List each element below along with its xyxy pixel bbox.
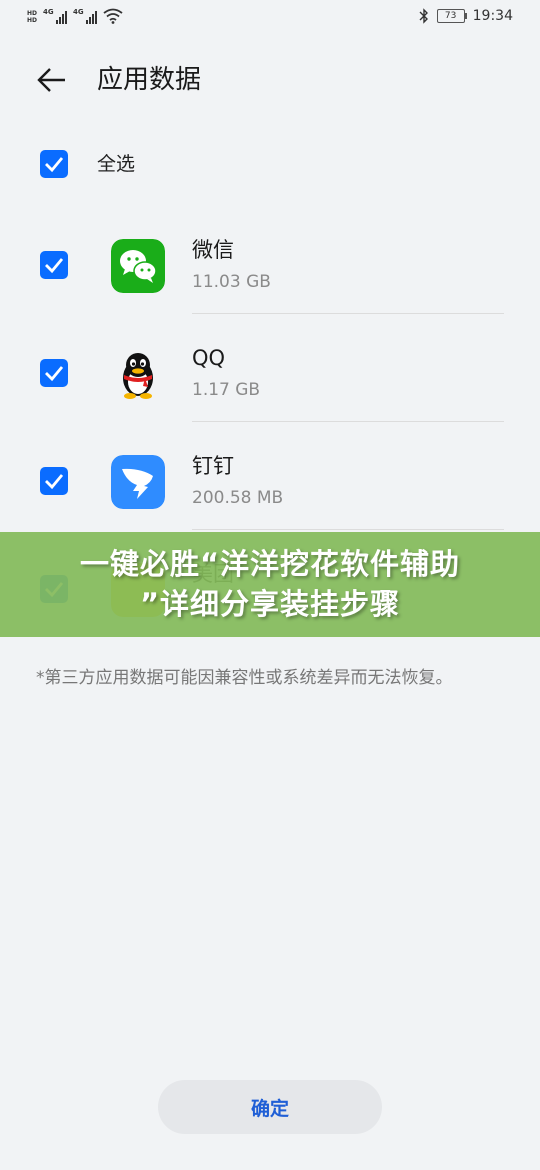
status-bar: HD HD 4G 4G 73 19:34	[0, 0, 540, 38]
wifi-icon	[103, 8, 123, 24]
banner-line-2: ”详细分享装挂步骤	[139, 587, 401, 621]
page-header: 应用数据	[0, 50, 540, 110]
disclaimer-note: *第三方应用数据可能因兼容性或系统差异而无法恢复。	[36, 668, 453, 688]
app-size: 1.17 GB	[192, 380, 261, 400]
network-type-1: 4G	[43, 8, 54, 16]
status-right: 73 19:34	[419, 8, 513, 24]
status-time: 19:34	[472, 8, 513, 24]
app-row-qq[interactable]: QQ 1.17 GB	[0, 314, 540, 422]
signal-2-icon: 4G	[73, 8, 98, 24]
network-type-2: 4G	[73, 8, 84, 16]
qq-penguin-icon	[123, 353, 153, 399]
checkmark-icon	[45, 366, 64, 382]
promo-banner: 一键必胜“洋洋挖花软件辅助 ”详细分享装挂步骤	[0, 532, 540, 637]
app-size: 11.03 GB	[192, 272, 271, 292]
app-checkbox-dingtalk[interactable]	[40, 467, 68, 495]
back-arrow-icon[interactable]	[36, 64, 68, 96]
hd-indicator: HD HD	[27, 10, 37, 24]
banner-text: 一键必胜“洋洋挖花软件辅助 ”详细分享装挂步骤	[0, 544, 540, 624]
page-title: 应用数据	[97, 65, 202, 95]
app-row-dingtalk[interactable]: 钉钉 200.58 MB	[0, 422, 540, 530]
app-row-wechat[interactable]: 微信 11.03 GB	[0, 206, 540, 314]
banner-line-1: 一键必胜“洋洋挖花软件辅助	[79, 547, 461, 581]
select-all-checkbox[interactable]	[40, 150, 68, 178]
select-all-label: 全选	[97, 153, 136, 175]
app-name: QQ	[192, 346, 226, 370]
app-size: 200.58 MB	[192, 488, 284, 508]
hd-label-bottom: HD	[27, 17, 38, 24]
status-left: HD HD 4G 4G	[27, 8, 123, 24]
checkmark-icon	[45, 157, 64, 173]
checkmark-icon	[45, 474, 64, 490]
confirm-button[interactable]: 确定	[158, 1080, 382, 1134]
checkmark-icon	[45, 258, 64, 274]
bluetooth-icon	[419, 8, 428, 24]
app-checkbox-qq[interactable]	[40, 359, 68, 387]
hd-label-top: HD	[27, 10, 38, 17]
signal-1-icon: 4G	[43, 8, 68, 24]
battery-indicator: 73	[436, 9, 467, 23]
app-name: 钉钉	[192, 454, 234, 478]
app-checkbox-wechat[interactable]	[40, 251, 68, 279]
app-name: 微信	[192, 238, 234, 262]
wechat-icon	[111, 239, 165, 293]
dingtalk-icon	[111, 455, 165, 509]
